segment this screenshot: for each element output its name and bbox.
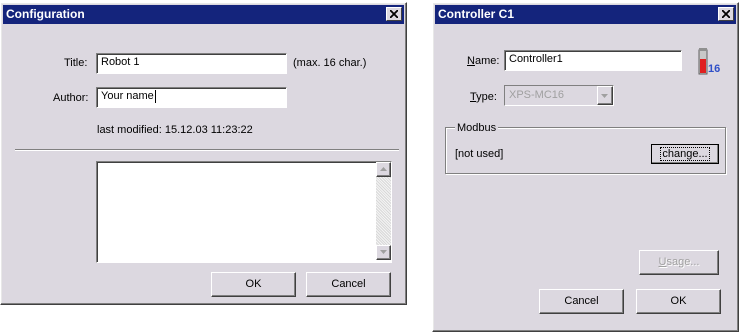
controller-titlebar[interactable]: Controller C1 [435,5,736,24]
name-label: Name: [467,55,500,67]
controller-icon: 16 [697,47,725,77]
close-icon [722,10,730,18]
type-select-arrow-button[interactable] [597,86,613,105]
controller-icon-badge: 16 [708,63,721,75]
controller-close-button[interactable] [718,7,734,21]
author-label: Author: [53,92,89,104]
last-modified-text: last modified: 15.12.03 11:23:22 [97,124,253,136]
config-cancel-button[interactable]: Cancel [306,272,391,297]
change-button[interactable]: change... [651,144,719,164]
notes-textarea[interactable] [96,161,392,263]
arrow-down-icon [380,250,387,254]
modbus-group-title: Modbus [455,121,499,135]
configuration-close-button[interactable] [386,7,402,21]
type-label: Type: [470,91,497,103]
title-label: Title: [64,57,88,69]
scroll-up-button[interactable] [376,162,391,177]
notes-scrollbar[interactable] [376,162,391,260]
section-divider [15,149,399,151]
controller-cancel-button[interactable]: Cancel [539,289,624,314]
title-hint: (max. 16 char.) [293,57,367,69]
controller-title: Controller C1 [438,7,515,21]
controller-dialog: Controller C1 Name: Controller1 16 Type:… [432,2,739,332]
type-select[interactable]: XPS-MC16 [504,85,614,106]
author-input[interactable]: Your name [96,87,287,108]
type-select-value: XPS-MC16 [509,89,565,101]
usage-button[interactable]: Usage... [639,250,719,275]
chevron-down-icon [601,94,608,98]
arrow-up-icon [380,167,387,171]
controller-ok-button[interactable]: OK [636,289,721,314]
close-icon [390,10,398,18]
title-input[interactable]: Robot 1 [96,53,287,74]
author-value: Your name [101,90,154,102]
name-input[interactable]: Controller1 [504,50,682,71]
config-ok-button[interactable]: OK [211,272,296,297]
scroll-down-button[interactable] [376,245,391,260]
configuration-dialog: Configuration Title: Robot 1 (max. 16 ch… [0,2,407,305]
change-button-label: change... [660,147,710,161]
configuration-title: Configuration [6,7,85,21]
text-caret [154,89,156,103]
modbus-status: [not used] [455,148,504,160]
configuration-titlebar[interactable]: Configuration [3,5,404,24]
